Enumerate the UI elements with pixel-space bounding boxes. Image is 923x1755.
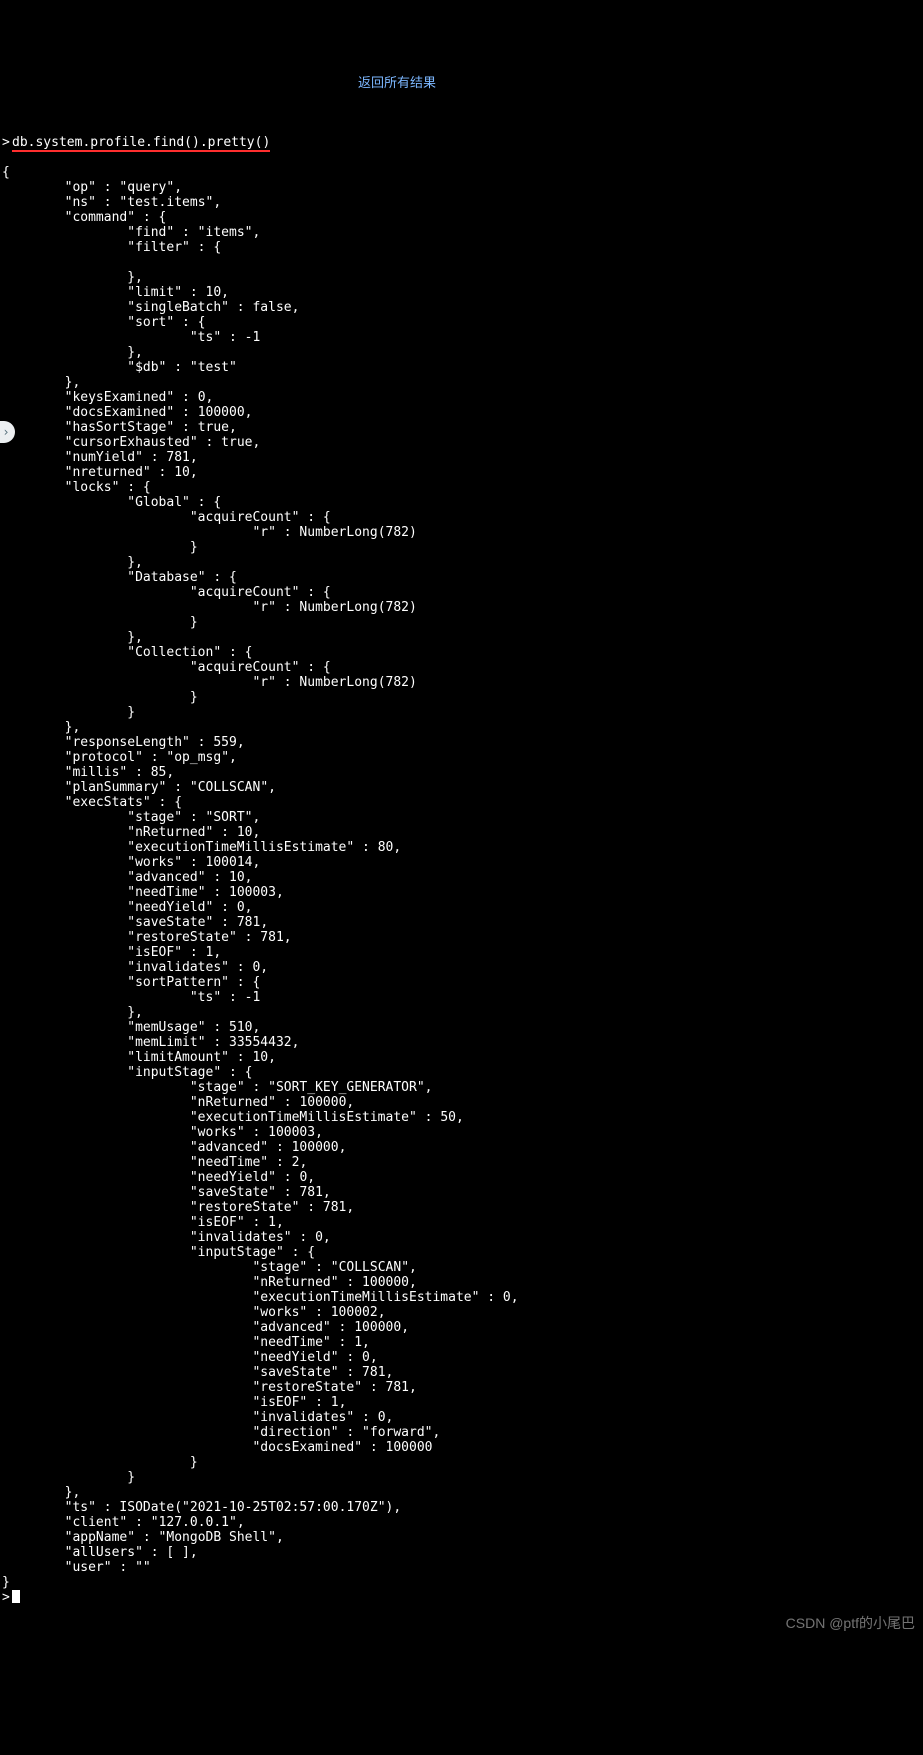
- cursor-icon: [12, 1590, 20, 1603]
- command-text: db.system.profile.find().pretty(): [12, 135, 270, 152]
- prompt-char: >: [2, 1590, 12, 1605]
- prompt-line-2[interactable]: >: [2, 1590, 921, 1605]
- terminal-output[interactable]: › 返回所有结果 >db.system.profile.find().prett…: [0, 75, 923, 1635]
- json-output: { "op" : "query", "ns" : "test.items", "…: [2, 165, 519, 1590]
- prompt-char: >: [2, 135, 12, 150]
- prompt-line: >db.system.profile.find().pretty(): [2, 135, 921, 150]
- annotation-label: 返回所有结果: [358, 75, 436, 90]
- watermark: CSDN @ptf的小尾巴: [786, 1616, 915, 1631]
